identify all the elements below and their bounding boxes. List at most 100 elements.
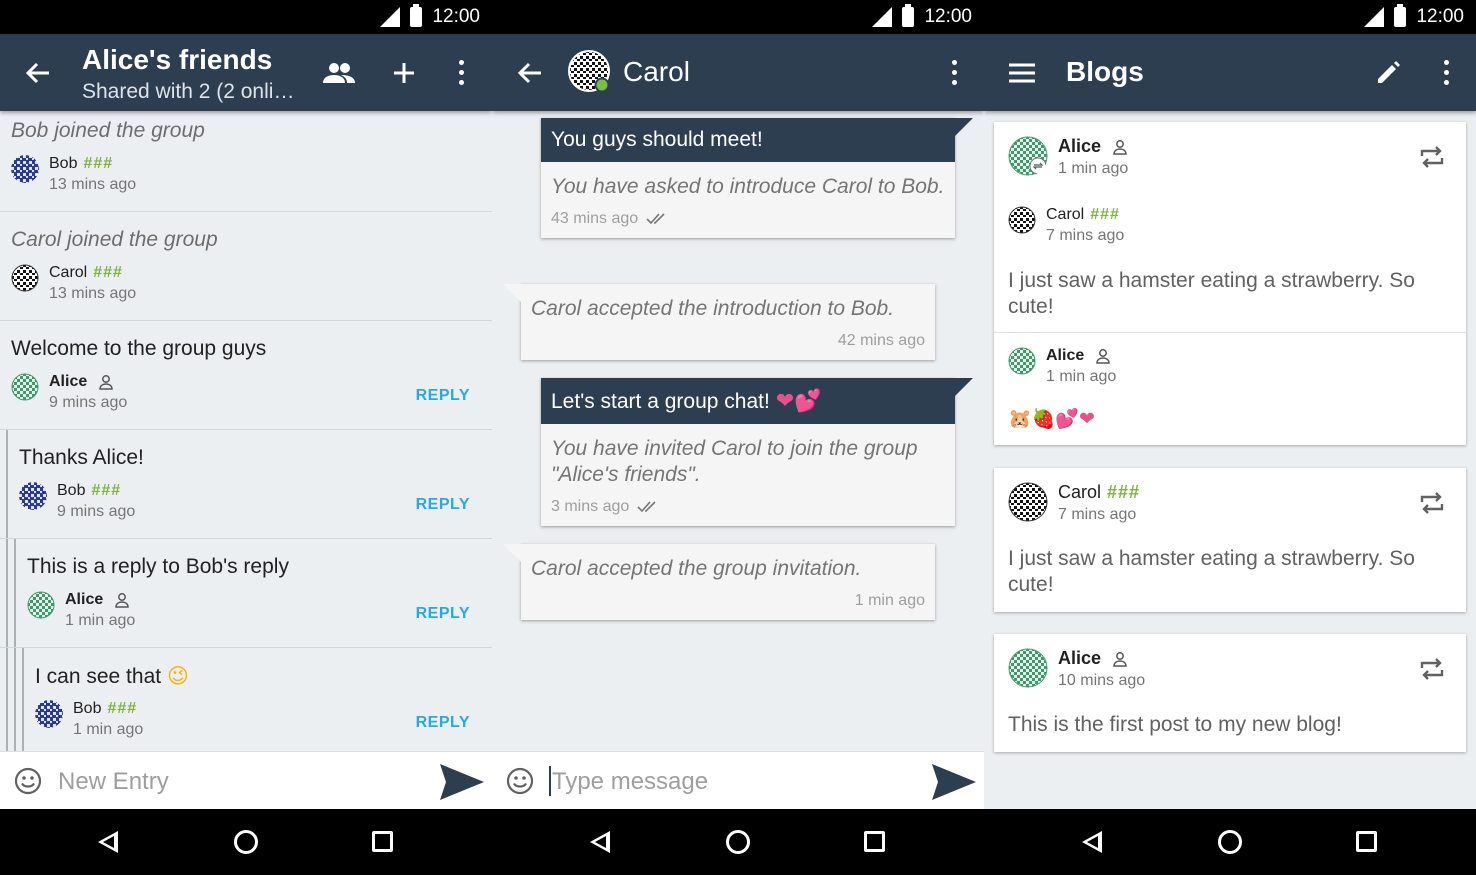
post-time: 9 mins ago [57,503,136,520]
nesting-line [6,539,8,647]
send-icon[interactable] [930,762,978,802]
post-text: Thanks Alice! [19,446,144,469]
nav-home-icon[interactable] [1218,830,1242,854]
author-name: Bob [57,482,86,499]
post-text: I just saw a hamster eating a strawberry… [1008,269,1415,318]
message-text: Carol accepted the group invitation. [531,557,862,580]
carol-avatar [11,264,39,292]
trust-badge: ### [107,700,138,717]
repost-icon[interactable] [1418,144,1446,170]
reply-button[interactable]: REPLY [416,605,470,623]
post-text: Carol joined the group [11,228,218,251]
post-author: Alice 9 mins ago [11,373,127,412]
plus-icon[interactable] [380,34,428,111]
menu-icon[interactable] [998,34,1046,111]
carol-avatar [1008,206,1036,234]
trust-badge: ### [91,482,122,499]
post-time: 10 mins ago [1058,672,1146,689]
chat-toolbar: Carol [492,34,984,111]
more-vert-icon[interactable] [1422,34,1470,111]
nav-recents-icon[interactable] [372,831,393,852]
chat-screen: 12:00 Carol You guys should meet! You ha… [492,0,984,875]
nav-home-icon[interactable] [726,830,750,854]
send-icon[interactable] [438,762,486,802]
post-time: 7 mins ago [1046,227,1125,244]
message-time: 3 mins ago [551,498,630,515]
post-text: This is a reply to Bob's reply [27,555,289,578]
carol-avatar[interactable] [568,50,612,94]
pencil-icon[interactable] [1364,34,1412,111]
blogs-title: Blogs [1066,56,1144,87]
bubble-tail [503,284,521,302]
comment-section: Alice 1 min ago 🐹🍓💕❤ [994,333,1466,445]
signal-icon [1364,7,1385,27]
person-icon [98,374,113,390]
nav-home-icon[interactable] [234,830,258,854]
nav-back-icon[interactable] [590,831,610,853]
bob-avatar [11,155,39,183]
nav-recents-icon[interactable] [864,831,885,852]
battery-icon [410,4,423,27]
more-vert-icon[interactable] [930,34,978,111]
person-icon [1113,140,1127,155]
author-name: Carol [49,264,88,281]
message-header-text: Let's start a group chat! [551,390,770,413]
forum-title: Alice's friends [82,44,273,75]
arrow-left-icon[interactable] [506,34,554,111]
emoji-icon[interactable] [14,767,42,795]
message-text: You have asked to introduce Carol to Bob… [551,175,945,198]
message-text: You have invited Carol to join the group… [551,437,918,486]
author-name: Alice [1046,347,1085,364]
comment-emoji-text: 🐹🍓💕❤ [1008,409,1095,430]
bubble-tail [955,118,973,136]
blog-post-card[interactable]: Carol ### 7 mins ago I just saw a hamster… [994,468,1466,612]
nav-recents-icon[interactable] [1356,831,1377,852]
bob-avatar [35,700,63,728]
double-check-icon [637,501,656,513]
forum-post: Thanks Alice! Bob ### 9 mins ago REPLY [0,430,492,539]
blog-post-card[interactable]: Alice 1 min ago Carol ### 7 mins ago I ju… [994,122,1466,445]
repost-icon[interactable] [1418,490,1446,516]
status-time: 12:00 [924,6,972,27]
chat-message-list: You guys should meet! You have asked to … [492,111,984,751]
post-time: 1 min ago [73,721,144,738]
reply-button[interactable]: REPLY [416,714,470,732]
author-name: Carol [1046,206,1085,223]
repost-icon[interactable] [1418,656,1446,682]
nav-bar [984,809,1476,875]
reblog-author: Carol ### 7 mins ago [1008,206,1124,245]
chat-message-outgoing: Let's start a group chat! ❤💕 You have inv… [541,378,973,526]
reply-button[interactable]: REPLY [416,496,470,514]
reblog-section: Alice 1 min ago Carol ### 7 mins ago I ju… [994,122,1466,333]
author-name: Alice [65,591,104,608]
reply-button[interactable]: REPLY [416,387,470,405]
trust-badge: ### [83,155,114,172]
nesting-line [22,648,24,751]
nav-back-icon[interactable] [1082,831,1102,853]
forum-post: Carol joined the group Carol ### 13 mins … [0,212,492,321]
nav-back-icon[interactable] [98,831,118,853]
more-vert-icon[interactable] [437,34,485,111]
post-text: I just saw a hamster eating a strawberry… [1008,547,1415,596]
type-message-input[interactable]: Type message [552,768,708,796]
emoji-icon[interactable] [506,767,534,795]
status-bar: 12:00 [0,0,492,34]
signal-icon [872,7,893,27]
forum-post: Welcome to the group guys Alice 9 mins a… [0,321,492,430]
nesting-line [6,430,8,538]
alice-avatar [27,591,55,619]
wink-emoji: 😉 [166,665,189,688]
person-icon [114,592,129,608]
blog-post-card[interactable]: Alice 10 mins ago This is the first post… [994,634,1466,752]
new-entry-input[interactable]: New Entry [58,768,169,796]
forum-post: Bob joined the group Bob ### 13 mins ago [0,111,492,212]
post-time: 1 min ago [1046,368,1117,385]
post-author: Alice 1 min ago [27,591,135,630]
trust-badge: ### [1107,482,1141,502]
arrow-left-icon[interactable] [14,34,62,111]
bubble-tail [503,544,521,562]
battery-icon [902,4,915,27]
nesting-line [6,648,8,751]
people-icon[interactable] [315,34,363,111]
forum-post: This is a reply to Bob's reply Alice 1 m… [0,539,492,648]
